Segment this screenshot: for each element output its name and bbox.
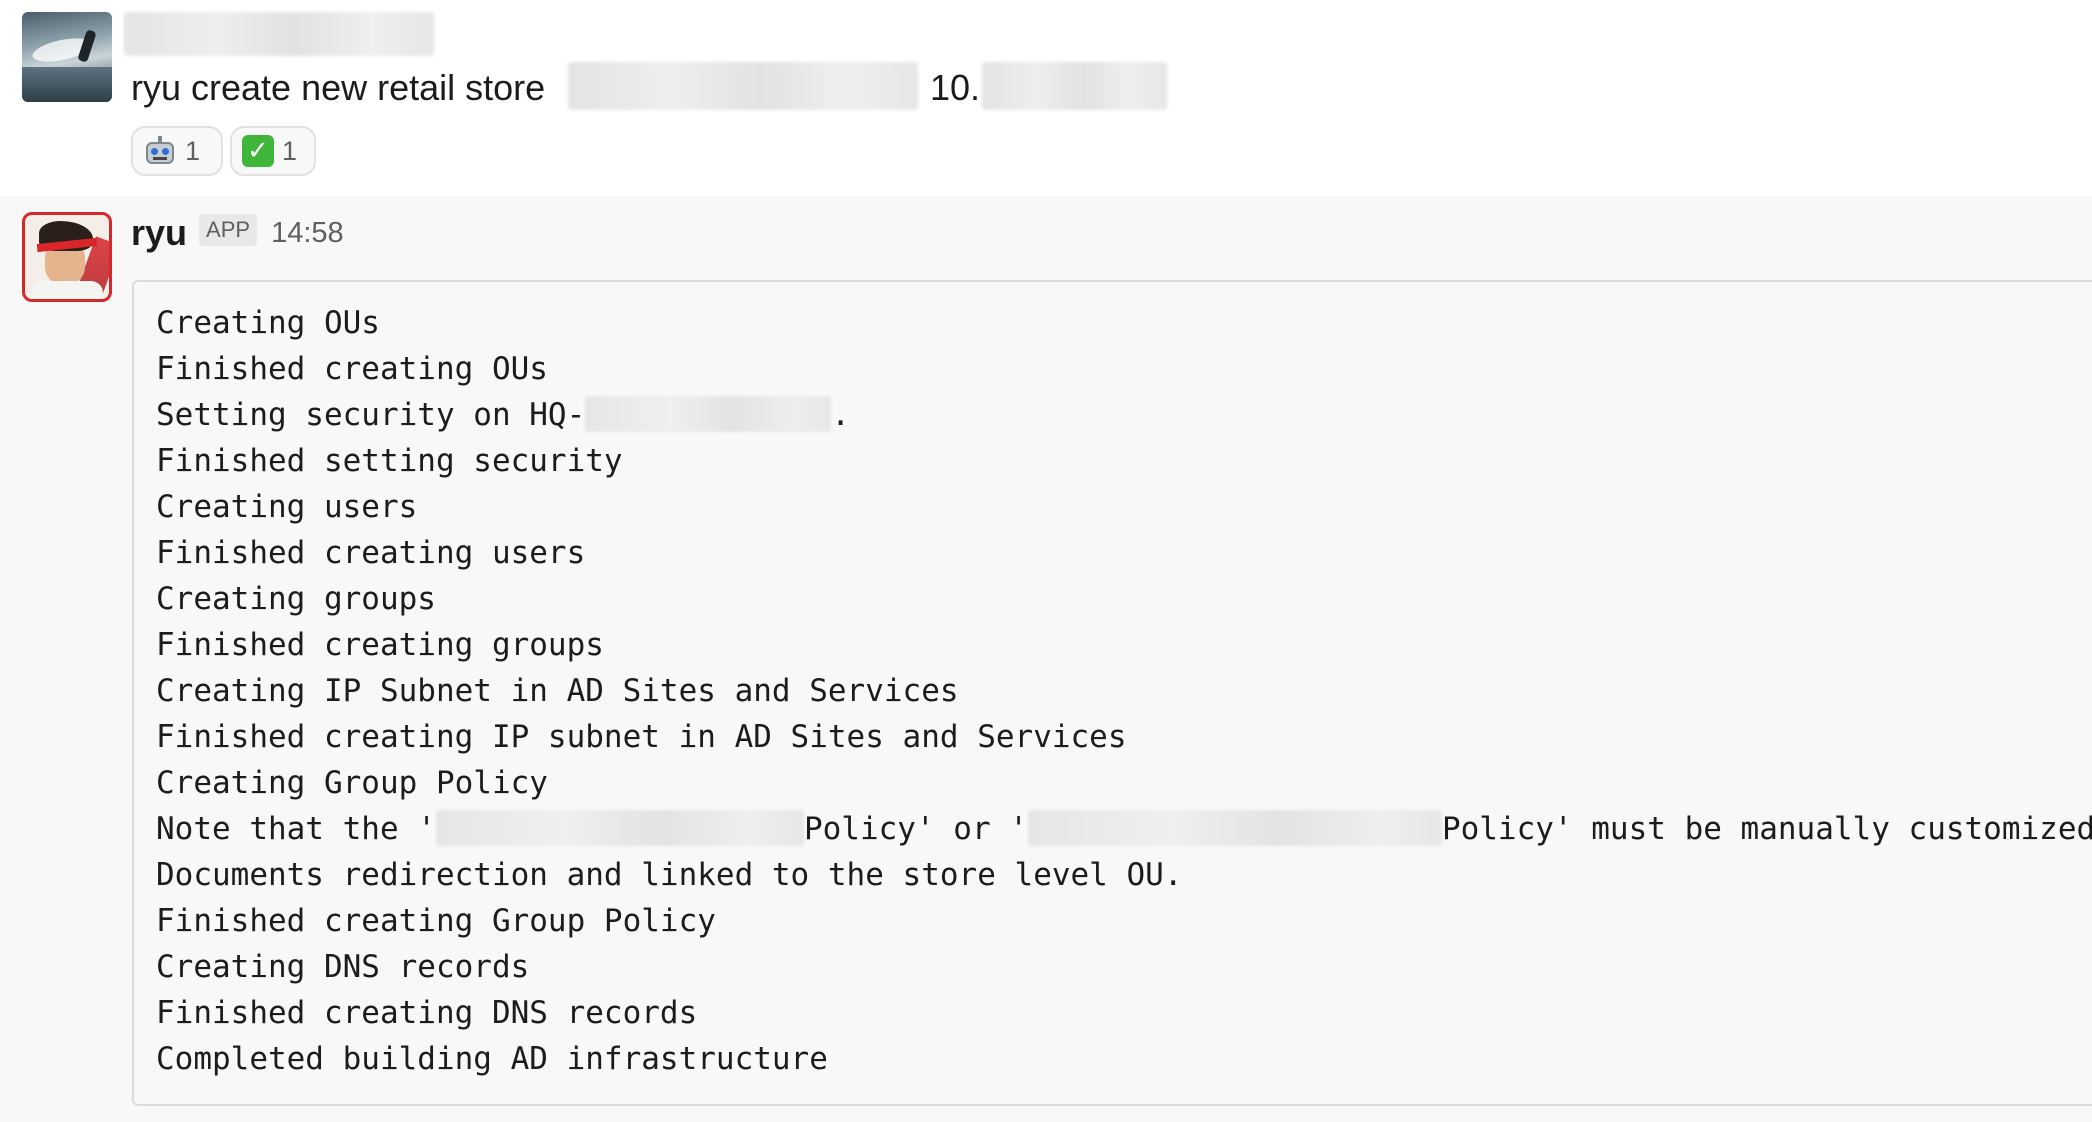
reaction-check[interactable]: ✓ 1 <box>230 126 316 176</box>
white-check-mark-icon: ✓ <box>242 135 274 167</box>
code-line: Finished creating DNS records <box>156 995 698 1031</box>
redacted-ip-address <box>982 62 1167 110</box>
code-line: Finished creating IP subnet in AD Sites … <box>156 719 1127 755</box>
app-badge: APP <box>199 214 258 246</box>
code-line: Creating users <box>156 489 418 525</box>
code-line: Creating groups <box>156 581 436 617</box>
timestamp[interactable]: 14:58 <box>271 217 344 250</box>
redacted-username <box>124 12 434 56</box>
code-line: Creating DNS records <box>156 949 530 985</box>
reaction-count: 1 <box>185 135 201 166</box>
robot-face-icon <box>143 136 177 166</box>
message-bot-reply: ryu APP 14:58 Creating OUs Finished crea… <box>0 196 2092 1122</box>
redacted-hostname <box>585 395 832 432</box>
code-text: Setting security on HQ- <box>156 397 586 433</box>
code-line: Creating OUs <box>156 305 380 341</box>
code-text: . <box>831 397 850 433</box>
code-line: Documents redirection and linked to the … <box>156 857 1183 893</box>
redacted-policy-name <box>435 809 804 846</box>
code-block: Creating OUs Finished creating OUs Setti… <box>132 280 2092 1106</box>
bot-avatar[interactable] <box>22 212 112 302</box>
message-text: ryu create new retail store <box>131 67 546 108</box>
message-header: ryu APP 14:58 <box>131 210 344 256</box>
redacted-policy-name <box>1027 809 1442 846</box>
code-line: Finished creating OUs <box>156 351 548 387</box>
code-text: Policy' must be manually customized w <box>1441 811 2092 847</box>
code-line: Finished creating groups <box>156 627 604 663</box>
sender-name[interactable]: ryu <box>131 212 187 254</box>
reaction-robot[interactable]: 1 <box>131 126 223 176</box>
code-line: Note that the ' Policy' or ' Policy' must … <box>156 806 2092 852</box>
redacted-store-name <box>568 62 918 110</box>
user-avatar[interactable] <box>22 12 112 102</box>
code-line: Setting security on HQ-. <box>156 392 2092 438</box>
code-text: Policy' or ' <box>803 811 1028 847</box>
code-line: Completed building AD infrastructure <box>156 1041 828 1077</box>
code-text: Note that the ' <box>156 811 436 847</box>
message-user-command: ryu create new retail store 10. 1 ✓ 1 <box>0 0 2092 196</box>
reaction-count: 1 <box>282 135 298 166</box>
code-line: Finished creating Group Policy <box>156 903 716 939</box>
code-line: Creating IP Subnet in AD Sites and Servi… <box>156 673 959 709</box>
code-line: Finished setting security <box>156 443 623 479</box>
message-text-ip-prefix: 10. <box>930 67 981 108</box>
code-line: Creating Group Policy <box>156 765 548 801</box>
code-line: Finished creating users <box>156 535 586 571</box>
